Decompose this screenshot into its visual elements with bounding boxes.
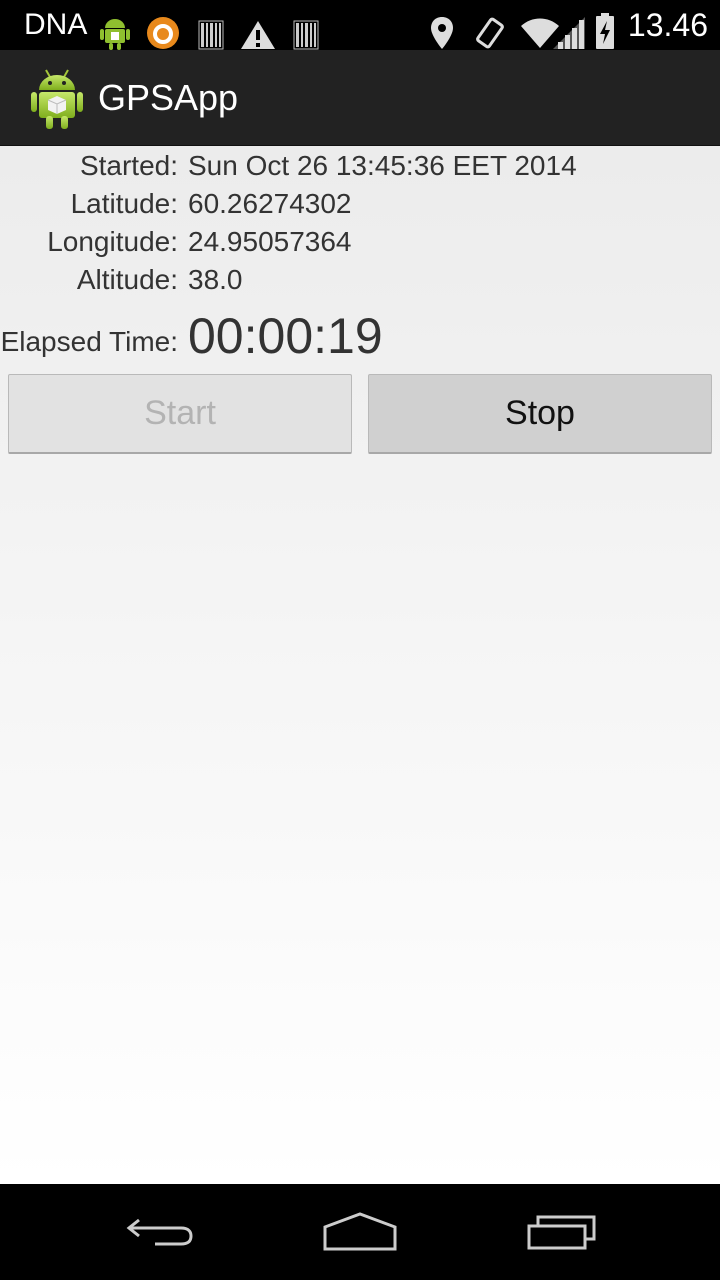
started-label: Started:: [79, 150, 178, 181]
android-app-icon: [31, 69, 83, 129]
started-value: Sun Oct 26 13:45:36 EET 2014: [188, 150, 577, 181]
back-icon: [126, 1218, 193, 1246]
main-content: Started: Sun Oct 26 13:45:36 EET 2014 La…: [0, 146, 720, 1184]
back-button[interactable]: [100, 1198, 220, 1266]
app-title: GPSApp: [98, 77, 239, 118]
action-bar: GPSApp: [0, 50, 720, 146]
start-button[interactable]: Start: [8, 374, 352, 454]
latitude-label: Latitude:: [70, 188, 178, 219]
started-row: Started: Sun Oct 26 13:45:36 EET 2014: [0, 147, 720, 185]
navigation-bar: [0, 1184, 720, 1280]
altitude-value: 38.0: [188, 264, 243, 295]
carrier-label: DNA: [24, 8, 88, 41]
latitude-value: 60.26274302: [188, 188, 352, 219]
longitude-row: Longitude: 24.95057364: [0, 223, 720, 261]
stop-button[interactable]: Stop: [368, 374, 712, 454]
status-bar: DNA 13.46: [0, 0, 720, 50]
longitude-label: Longitude:: [47, 226, 178, 257]
latitude-row: Latitude: 60.26274302: [0, 185, 720, 223]
elapsed-time-value: 00:00:19: [188, 308, 383, 364]
altitude-row: Altitude: 38.0: [0, 261, 720, 299]
recents-button[interactable]: [502, 1198, 622, 1266]
clock: 13.46: [627, 6, 708, 43]
longitude-value: 24.95057364: [188, 226, 352, 257]
battery-charging-icon: [596, 13, 614, 49]
home-icon: [323, 1212, 397, 1251]
home-button[interactable]: [300, 1198, 420, 1266]
altitude-label: Altitude:: [76, 264, 178, 295]
recents-icon: [527, 1215, 596, 1250]
elapsed-time-label: Elapsed Time:: [0, 326, 178, 357]
